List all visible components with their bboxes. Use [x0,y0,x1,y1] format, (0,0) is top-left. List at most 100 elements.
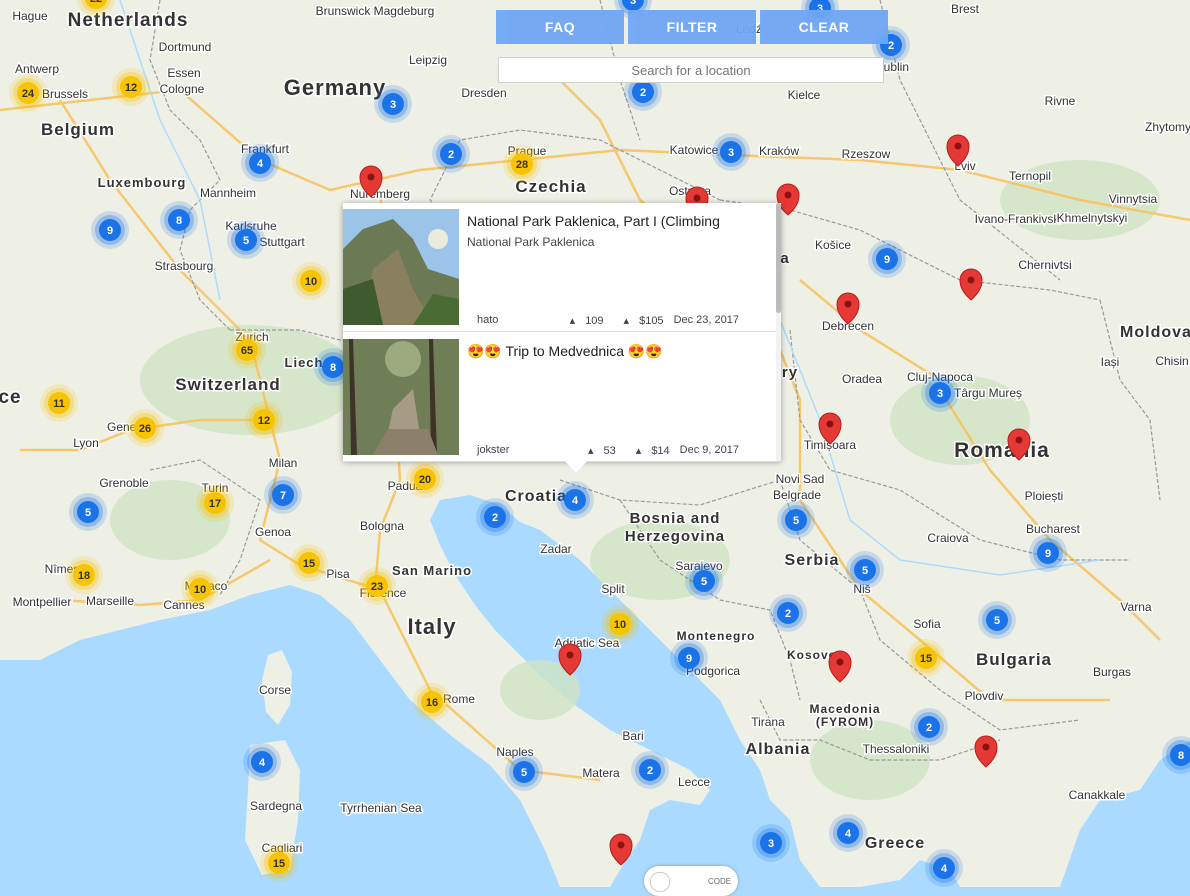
cluster-marker[interactable]: 10 [292,262,330,300]
cluster-marker[interactable]: 4 [925,849,963,887]
cluster-marker[interactable]: 5 [685,562,723,600]
cluster-marker[interactable]: 5 [69,493,107,531]
trip-card[interactable]: National Park Paklenica, Part I (Climbin… [343,203,779,332]
cluster-marker[interactable]: 20 [406,460,444,498]
city-label: Lecce [678,775,710,789]
cluster-marker[interactable]: 3 [712,133,750,171]
cluster-marker[interactable]: 16 [413,683,451,721]
cluster-marker[interactable]: 2 [631,751,669,789]
cluster-marker[interactable]: 9 [670,639,708,677]
cluster-marker[interactable]: 24 [9,74,47,112]
cluster-marker[interactable]: 18 [65,556,103,594]
cluster-marker[interactable]: 4 [241,144,279,182]
city-label: Dortmund [159,40,212,54]
cluster-marker[interactable]: 3 [374,85,412,123]
cluster-marker[interactable]: 15 [907,639,945,677]
city-label: Marseille [86,594,134,608]
city-label: Montpellier [13,595,72,609]
cluster-marker[interactable]: 9 [91,211,129,249]
cluster-marker[interactable]: 28 [503,145,541,183]
pin-dot [982,743,990,751]
cluster-marker[interactable]: 11 [40,384,78,422]
country-label: Serbia [785,552,840,569]
cluster-marker[interactable]: 3 [921,374,959,412]
country-label: ry [782,364,798,381]
cluster-marker[interactable]: 2 [432,135,470,173]
cluster-count: 24 [22,88,35,100]
clear-button[interactable]: CLEAR [760,10,888,44]
city-label: Bologna [360,519,404,533]
cluster-count: 22 [90,0,102,5]
cluster-marker[interactable]: 12 [245,401,283,439]
trip-thumbnail [343,339,459,455]
city-label: Chisin [1155,354,1188,368]
city-label: Ivano-Frankivsk [975,212,1061,226]
city-label: Lyon [73,436,99,450]
cluster-marker[interactable]: 2 [769,594,807,632]
faq-button[interactable]: FAQ [496,10,624,44]
cluster-marker[interactable]: 5 [978,601,1016,639]
cluster-count: 17 [209,498,221,510]
cluster-marker[interactable]: 26 [126,409,164,447]
trip-title[interactable]: 😍😍 Trip to Medvednica 😍😍 [467,343,663,360]
cluster-marker[interactable]: 2 [476,498,514,536]
cluster-marker[interactable]: 10 [601,605,639,643]
popup-scrollbar[interactable] [776,203,781,461]
cluster-marker[interactable]: 9 [868,240,906,278]
cluster-count: 8 [330,362,336,374]
cluster-marker[interactable]: 7 [264,476,302,514]
cluster-count: 20 [419,474,431,486]
cluster-marker[interactable]: 65 [228,331,266,369]
cluster-count: 2 [448,149,454,161]
trip-card[interactable]: 😍😍 Trip to Medvednica 😍😍 jokster ▴ 53 ▴ $1… [343,333,779,462]
location-search-input[interactable] [498,57,884,83]
cluster-count: 12 [258,415,270,427]
cluster-count: 2 [492,512,498,524]
cluster-marker[interactable]: 5 [227,221,265,259]
cluster-marker[interactable]: 15 [290,544,328,582]
city-label: Essen [167,66,200,80]
trip-meta: jokster ▴ 53 ▴ $14 Dec 9, 2017 [467,444,739,457]
cluster-count: 3 [390,99,396,111]
price-icon: ▴ [623,315,630,327]
cluster-count: 3 [630,0,636,7]
cluster-marker[interactable]: 3 [752,824,790,862]
pin-dot [1015,436,1023,444]
country-label: ce [0,387,22,408]
trip-author[interactable]: jokster [477,444,568,457]
filter-button[interactable]: FILTER [628,10,756,44]
cluster-marker[interactable]: 10 [181,570,219,608]
cluster-marker[interactable]: 5 [846,551,884,589]
cluster-marker[interactable]: 5 [505,753,543,791]
city-label: Kraków [759,144,799,158]
city-label: Kielce [788,88,821,102]
trip-author[interactable]: hato [477,314,550,327]
cluster-marker[interactable]: 4 [243,743,281,781]
city-label: Rivne [1045,94,1076,108]
cluster-marker[interactable]: 5 [777,501,815,539]
city-label: Zhytomy [1145,120,1190,134]
cluster-marker[interactable]: 2 [910,708,948,746]
trip-title[interactable]: National Park Paklenica, Part I (Climbin… [467,213,720,229]
cluster-count: 4 [845,828,852,840]
popup-scrollbar-thumb[interactable] [776,203,781,313]
city-label: Plovdiv [965,689,1004,703]
trip-location: National Park Paklenica [467,235,595,249]
cluster-count: 5 [994,615,1000,627]
cluster-marker[interactable]: 4 [556,481,594,519]
cluster-marker[interactable]: 8 [160,201,198,239]
cluster-marker[interactable]: 15 [260,844,298,882]
cluster-marker[interactable]: 4 [829,814,867,852]
cluster-marker[interactable]: 17 [196,484,234,522]
cluster-marker[interactable]: 9 [1029,534,1067,572]
trip-date: Dec 23, 2017 [673,314,739,326]
cluster-count: 5 [85,507,91,519]
cluster-marker[interactable]: 12 [112,68,150,106]
toggle-knob-icon[interactable] [650,872,670,892]
city-label: Magdeburg [374,4,435,18]
city-label: Bari [622,729,643,743]
cluster-count: 26 [139,423,151,435]
cluster-marker[interactable]: 23 [358,567,396,605]
pin-dot [693,194,701,202]
code-toggle[interactable]: CODE [644,866,738,896]
